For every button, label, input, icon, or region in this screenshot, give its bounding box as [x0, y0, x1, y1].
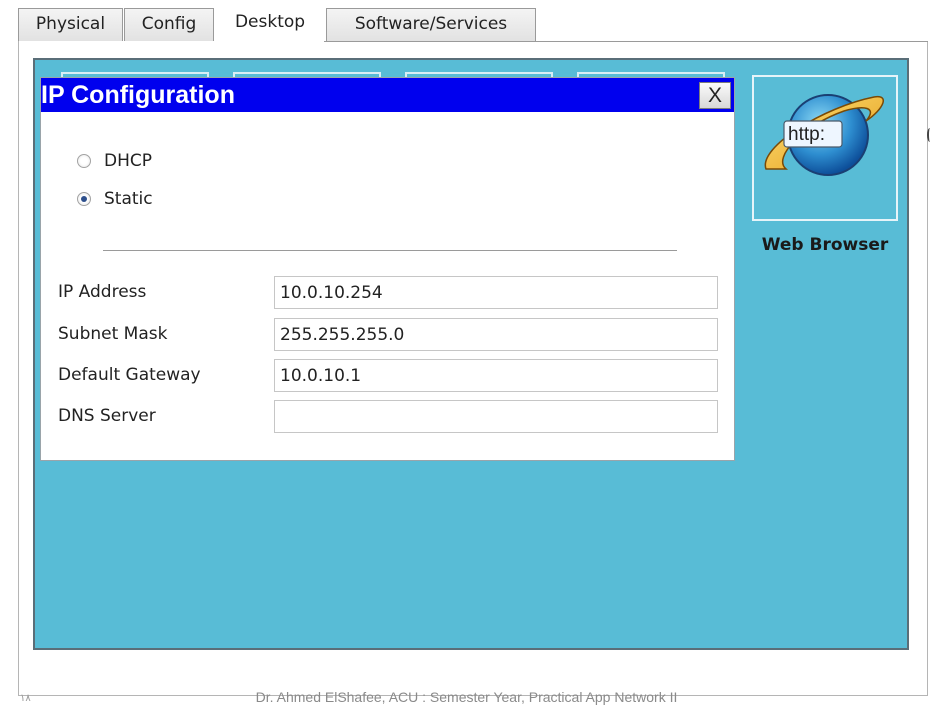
subnet-mask-input[interactable]	[274, 318, 718, 351]
close-button[interactable]: X	[699, 82, 731, 109]
ip-configuration-dialog: IP Configuration X DHCP Static IP Addres…	[40, 77, 735, 461]
dhcp-option[interactable]: DHCP	[77, 149, 152, 173]
edge-mark	[927, 128, 933, 142]
ip-address-input[interactable]	[274, 276, 718, 309]
web-browser-tile[interactable]: http:	[752, 75, 898, 221]
tab-desktop[interactable]: Desktop	[216, 6, 324, 42]
tab-physical[interactable]: Physical	[18, 8, 123, 41]
divider	[103, 250, 677, 251]
dialog-titlebar[interactable]: IP Configuration X	[41, 78, 734, 112]
tab-software-services[interactable]: Software/Services	[326, 8, 536, 41]
dialog-title: IP Configuration	[41, 81, 235, 109]
dhcp-label[interactable]: DHCP	[104, 151, 152, 171]
dns-server-input[interactable]	[274, 400, 718, 433]
static-label[interactable]: Static	[104, 189, 153, 209]
static-option[interactable]: Static	[77, 187, 153, 211]
ip-address-label: IP Address	[58, 282, 147, 302]
subnet-mask-label: Subnet Mask	[58, 324, 168, 344]
dns-server-label: DNS Server	[58, 406, 156, 426]
web-browser-icon: http:	[764, 94, 884, 176]
web-browser-icon-text: http:	[788, 124, 825, 145]
static-radio[interactable]	[77, 192, 91, 206]
tab-config[interactable]: Config	[124, 8, 214, 41]
web-browser-label[interactable]: Web Browser	[735, 235, 915, 255]
default-gateway-label: Default Gateway	[58, 365, 201, 385]
footer-text: Dr. Ahmed ElShafee, ACU : Semester Year,…	[255, 689, 678, 705]
default-gateway-input[interactable]	[274, 359, 718, 392]
dhcp-radio[interactable]	[77, 154, 91, 168]
